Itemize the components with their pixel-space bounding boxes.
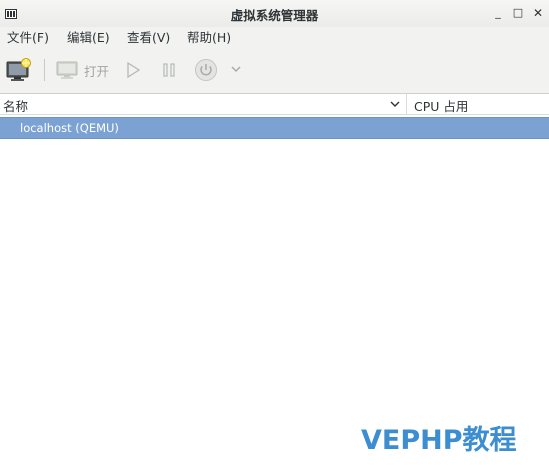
toolbar: 打开 — [0, 48, 549, 94]
column-header-row: 名称 CPU 占用 — [0, 94, 549, 115]
pause-icon — [161, 63, 177, 82]
menu-help[interactable]: 帮助(H) — [186, 29, 232, 46]
power-icon — [194, 59, 218, 85]
column-header-cpu[interactable]: CPU 占用 — [407, 94, 549, 114]
virt-manager-window: 虚拟系统管理器 _ □ ✕ 文件(F) 编辑(E) 查看(V) 帮助(H) 打开… — [0, 0, 549, 465]
run-button[interactable] — [125, 61, 141, 79]
column-header-name[interactable]: 名称 — [0, 94, 407, 114]
monitor-icon — [56, 60, 78, 83]
menu-file[interactable]: 文件(F) — [6, 29, 50, 46]
menu-view[interactable]: 查看(V) — [126, 29, 171, 46]
chevron-down-icon — [229, 65, 243, 79]
toolbar-separator — [44, 59, 45, 81]
maximize-icon: □ — [512, 6, 524, 19]
play-icon — [125, 61, 141, 82]
list-item[interactable]: localhost (QEMU) — [0, 117, 549, 139]
maximize-button[interactable]: □ — [509, 4, 527, 22]
pause-button[interactable] — [161, 61, 177, 79]
minimize-icon: _ — [495, 6, 501, 19]
shutdown-button[interactable] — [194, 58, 218, 82]
shutdown-menu-button[interactable] — [229, 62, 243, 76]
connection-list: localhost (QEMU) — [0, 115, 549, 465]
sort-chevron-down-icon — [389, 98, 401, 110]
watermark: VEPHP教程 — [361, 425, 517, 456]
new-vm-button[interactable] — [5, 57, 33, 83]
open-button-label: 打开 — [84, 64, 110, 79]
window-title: 虚拟系统管理器 — [230, 8, 319, 23]
column-name-label: 名称 — [3, 99, 29, 114]
menu-bar: 文件(F) 编辑(E) 查看(V) 帮助(H) — [0, 27, 549, 48]
connection-label: localhost (QEMU) — [20, 121, 119, 135]
close-button[interactable]: ✕ — [529, 4, 547, 22]
title-bar[interactable]: 虚拟系统管理器 _ □ ✕ — [0, 0, 549, 28]
new-vm-icon — [5, 58, 33, 86]
open-button[interactable]: 打开 — [56, 59, 112, 81]
minimize-button[interactable]: _ — [489, 4, 507, 22]
menu-edit[interactable]: 编辑(E) — [66, 29, 111, 46]
close-icon: ✕ — [532, 6, 544, 20]
column-cpu-label: CPU 占用 — [414, 99, 469, 114]
